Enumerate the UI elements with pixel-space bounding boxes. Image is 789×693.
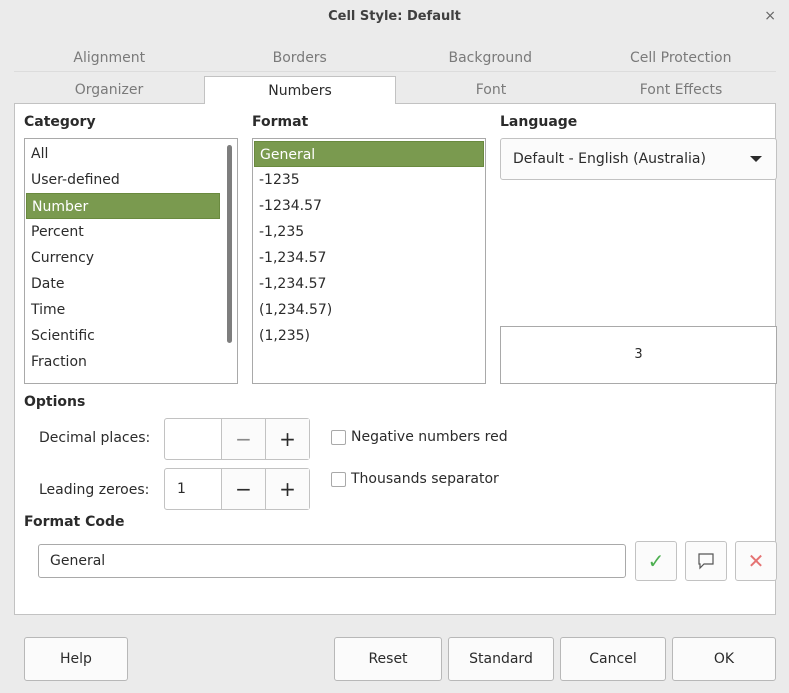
cancel-button[interactable]: Cancel [560,637,666,681]
comment-icon [698,553,714,570]
thousands-separator-label: Thousands separator [351,471,499,487]
format-item[interactable]: -1,235 [254,219,484,245]
tab-row-1: Alignment Borders Background Cell Protec… [14,44,776,72]
decimal-places-decrement-button[interactable]: − [221,419,265,459]
language-heading: Language [500,114,578,130]
language-dropdown[interactable]: Default - English (Australia) [500,138,777,180]
category-heading: Category [24,114,96,130]
decimal-places-input[interactable] [165,419,221,459]
language-value: Default - English (Australia) [513,151,706,167]
category-item[interactable]: Currency [26,245,219,271]
format-code-input[interactable]: General [38,544,626,578]
decimal-places-increment-button[interactable]: + [265,419,309,459]
format-list[interactable]: General -1235 -1234.57 -1,235 -1,234.57 … [252,138,486,384]
tab-row-2: Organizer Numbers Font Font Effects [14,76,776,105]
delete-icon: ✕ [747,549,765,573]
format-code-heading: Format Code [24,514,125,530]
format-preview: 3 [500,326,777,384]
accept-format-button[interactable]: ✓ [635,541,677,581]
tab-cell-protection[interactable]: Cell Protection [585,44,776,72]
format-item[interactable]: -1,234.57 [254,245,484,271]
help-button[interactable]: Help [24,637,128,681]
tab-alignment[interactable]: Alignment [14,44,205,72]
standard-button[interactable]: Standard [448,637,554,681]
dialog-title: Cell Style: Default [328,9,461,24]
delete-format-button[interactable]: ✕ [735,541,777,581]
negative-red-label: Negative numbers red [351,429,508,445]
tab-font-effects[interactable]: Font Effects [586,76,776,103]
title-bar: Cell Style: Default × [0,0,789,34]
numbers-panel: Category All User-defined Number Percent… [14,104,777,615]
tab-font[interactable]: Font [396,76,586,103]
tab-numbers[interactable]: Numbers [204,76,396,105]
chevron-down-icon [750,156,762,162]
tab-borders[interactable]: Borders [204,44,395,72]
checkbox-box[interactable] [331,471,346,487]
category-item[interactable]: Fraction [26,349,219,375]
category-list[interactable]: All User-defined Number Percent Currency… [24,138,238,384]
format-item[interactable]: (1,234.57) [254,297,484,323]
category-item[interactable]: Scientific [26,323,219,349]
category-item[interactable]: Time [26,297,219,323]
leading-zeroes-stepper: 1 − + [164,468,310,510]
tab-organizer[interactable]: Organizer [14,76,204,103]
leading-zeroes-increment-button[interactable]: + [265,469,309,509]
checkbox-box[interactable] [331,429,346,445]
category-item[interactable]: All [26,141,219,167]
format-item[interactable]: -1234.57 [254,193,484,219]
category-item[interactable]: Percent [26,219,219,245]
decimal-places-label: Decimal places: [39,430,151,446]
category-scrollbar[interactable] [227,145,232,343]
category-item-selected[interactable]: Number [26,193,220,219]
format-heading: Format [252,114,309,130]
options-heading: Options [24,394,86,410]
leading-zeroes-input[interactable]: 1 [165,469,221,509]
decimal-places-stepper: − + [164,418,310,460]
format-item[interactable]: -1,234.57 [254,271,484,297]
category-item[interactable]: Date [26,271,219,297]
thousands-separator-checkbox[interactable]: Thousands separator [331,471,499,487]
leading-zeroes-label: Leading zeroes: [39,482,150,498]
leading-zeroes-decrement-button[interactable]: − [221,469,265,509]
check-icon: ✓ [647,549,665,573]
negative-red-checkbox[interactable]: Negative numbers red [331,429,508,445]
format-item[interactable]: (1,235) [254,323,484,349]
tab-background[interactable]: Background [395,44,586,72]
ok-button[interactable]: OK [672,637,776,681]
reset-button[interactable]: Reset [334,637,442,681]
format-item-selected[interactable]: General [254,141,484,167]
add-comment-button[interactable] [685,541,727,581]
close-icon[interactable]: × [764,8,776,24]
category-item[interactable]: User-defined [26,167,219,193]
format-item[interactable]: -1235 [254,167,484,193]
